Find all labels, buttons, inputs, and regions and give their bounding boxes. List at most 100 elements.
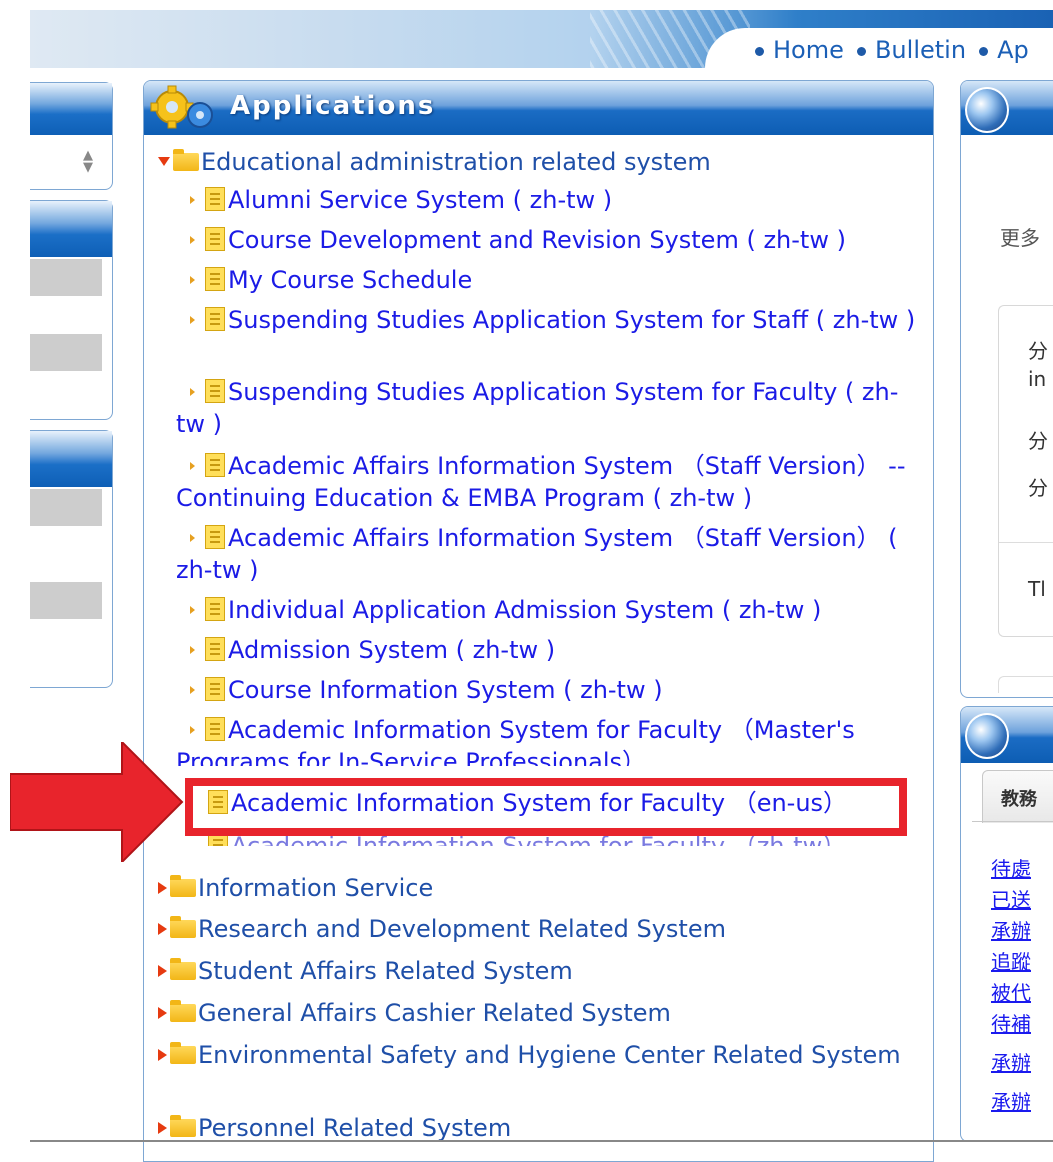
app-link[interactable]: Course Information System ( zh-tw ) (228, 676, 663, 704)
nav-bulletin-label[interactable]: Bulletin (875, 36, 966, 64)
bullet-icon (755, 47, 764, 56)
box-text: 分 (1028, 429, 1048, 453)
left-panel-3 (30, 430, 113, 688)
expanded-arrow-icon[interactable] (158, 157, 170, 166)
nav-bulletin[interactable]: Bulletin (856, 36, 966, 64)
app-link[interactable]: My Course Schedule (228, 266, 472, 294)
app-link[interactable]: Alumni Service System ( zh-tw ) (228, 186, 612, 214)
bullet-arrow-icon (190, 462, 195, 470)
left-panel-3-header (30, 431, 112, 487)
app-link[interactable]: Course Development and Revision System (… (228, 226, 846, 254)
spinner-arrows-icon[interactable]: ▲ ▼ (78, 149, 98, 180)
document-icon (205, 677, 225, 701)
bullet-arrow-icon (190, 534, 195, 542)
list-item[interactable]: Academic Information System for Faculty … (176, 714, 916, 766)
bullet-arrow-icon (190, 276, 195, 284)
list-item[interactable]: My Course Schedule (190, 264, 472, 296)
category-label[interactable]: Personnel Related System (198, 1114, 511, 1142)
collapsed-arrow-icon[interactable] (158, 882, 167, 894)
category-label[interactable]: Research and Development Related System (198, 915, 726, 943)
applications-header: Applications (144, 81, 933, 135)
left-menu-item[interactable] (30, 582, 102, 619)
left-panel-2-header (30, 201, 112, 257)
top-nav: Home Bulletin Ap (705, 28, 1053, 72)
app-link[interactable]: Suspending Studies Application System fo… (176, 378, 898, 438)
collapsed-arrow-icon[interactable] (158, 1122, 167, 1134)
box-text: 分 (1028, 339, 1048, 363)
list-item[interactable]: Academic Affairs Information System （Sta… (176, 522, 916, 586)
app-link[interactable]: Admission System ( zh-tw ) (228, 636, 555, 664)
left-panel-1 (30, 82, 113, 190)
category-item[interactable]: Environmental Safety and Hygiene Center … (150, 1039, 920, 1071)
nav-applications-label[interactable]: Ap (997, 36, 1029, 64)
right-link[interactable]: 承辦 (991, 1086, 1031, 1115)
document-icon (205, 227, 225, 251)
right-link[interactable]: 待處 (991, 853, 1031, 882)
right-link[interactable]: 被代 (991, 977, 1031, 1006)
list-item[interactable]: Course Development and Revision System (… (190, 224, 846, 256)
nav-home[interactable]: Home (755, 36, 844, 64)
app-link[interactable]: Individual Application Admission System … (228, 596, 821, 624)
category-label[interactable]: Student Affairs Related System (198, 957, 573, 985)
globe-icon (965, 713, 1009, 759)
bullet-arrow-icon (190, 726, 195, 734)
collapsed-arrow-icon[interactable] (158, 1007, 167, 1019)
collapsed-arrow-icon[interactable] (158, 923, 167, 935)
bullet-arrow-icon (190, 646, 195, 654)
left-menu-item[interactable] (30, 334, 102, 371)
list-item[interactable]: Individual Application Admission System … (190, 594, 821, 626)
document-icon (205, 307, 225, 331)
category-item[interactable]: General Affairs Cashier Related System (158, 997, 671, 1029)
bullet-arrow-icon (190, 196, 195, 204)
box-text: in (1028, 367, 1047, 391)
category-label[interactable]: Information Service (198, 874, 433, 902)
globe-icon (965, 87, 1009, 133)
document-icon (205, 379, 225, 403)
app-link[interactable]: Academic Affairs Information System （Sta… (176, 524, 898, 584)
bullet-icon (856, 47, 866, 56)
bullet-icon (979, 47, 989, 56)
right-link[interactable]: 承辦 (991, 915, 1031, 944)
category-item[interactable]: Research and Development Related System (158, 913, 726, 945)
collapsed-arrow-icon[interactable] (158, 965, 167, 977)
list-item[interactable]: Suspending Studies Application System fo… (176, 304, 916, 336)
category-item[interactable]: Student Affairs Related System (158, 955, 573, 987)
list-item[interactable]: Admission System ( zh-tw ) (190, 634, 555, 666)
app-link[interactable]: Suspending Studies Application System fo… (228, 306, 915, 334)
app-link[interactable]: Academic Affairs Information System （Sta… (176, 452, 906, 512)
highlight-box (185, 778, 907, 836)
tab-label[interactable]: 教務 (1001, 785, 1037, 811)
collapsed-arrow-icon[interactable] (158, 1049, 167, 1061)
right-link[interactable]: 待補 (991, 1008, 1031, 1037)
nav-home-label[interactable]: Home (773, 36, 844, 64)
category-educational-admin[interactable]: Educational administration related syste… (158, 146, 711, 178)
category-label[interactable]: Educational administration related syste… (201, 148, 711, 176)
left-panel-1-header (30, 83, 112, 135)
nav-applications[interactable]: Ap (979, 36, 1029, 64)
document-icon (205, 187, 225, 211)
bottom-rule (30, 1140, 1053, 1142)
app-link[interactable]: Academic Information System for Faculty … (176, 716, 855, 766)
right-link[interactable]: 已送 (991, 884, 1031, 913)
left-menu-item[interactable] (30, 489, 102, 526)
folder-icon (170, 1115, 196, 1137)
box-text: 分 (1028, 476, 1048, 500)
more-link[interactable]: 更多 (1000, 222, 1040, 251)
left-menu-item[interactable] (30, 259, 102, 296)
category-item[interactable]: Information Service (158, 872, 433, 904)
left-panel-2 (30, 200, 113, 420)
list-item[interactable]: Suspending Studies Application System fo… (176, 376, 916, 440)
list-item[interactable]: Alumni Service System ( zh-tw ) (190, 184, 612, 216)
tab-academic[interactable]: 教務 (982, 770, 1053, 823)
bullet-arrow-icon (190, 236, 195, 244)
folder-icon (170, 916, 196, 938)
right-link[interactable]: 追蹤 (991, 946, 1031, 975)
category-label[interactable]: Environmental Safety and Hygiene Center … (198, 1041, 901, 1069)
category-label[interactable]: General Affairs Cashier Related System (198, 999, 671, 1027)
gears-icon (150, 85, 213, 129)
list-item[interactable]: Academic Affairs Information System （Sta… (176, 450, 916, 514)
right-inner-box-2 (998, 676, 1053, 693)
folder-icon (170, 1042, 196, 1064)
list-item[interactable]: Course Information System ( zh-tw ) (190, 674, 663, 706)
right-link[interactable]: 承辦 (991, 1047, 1031, 1076)
